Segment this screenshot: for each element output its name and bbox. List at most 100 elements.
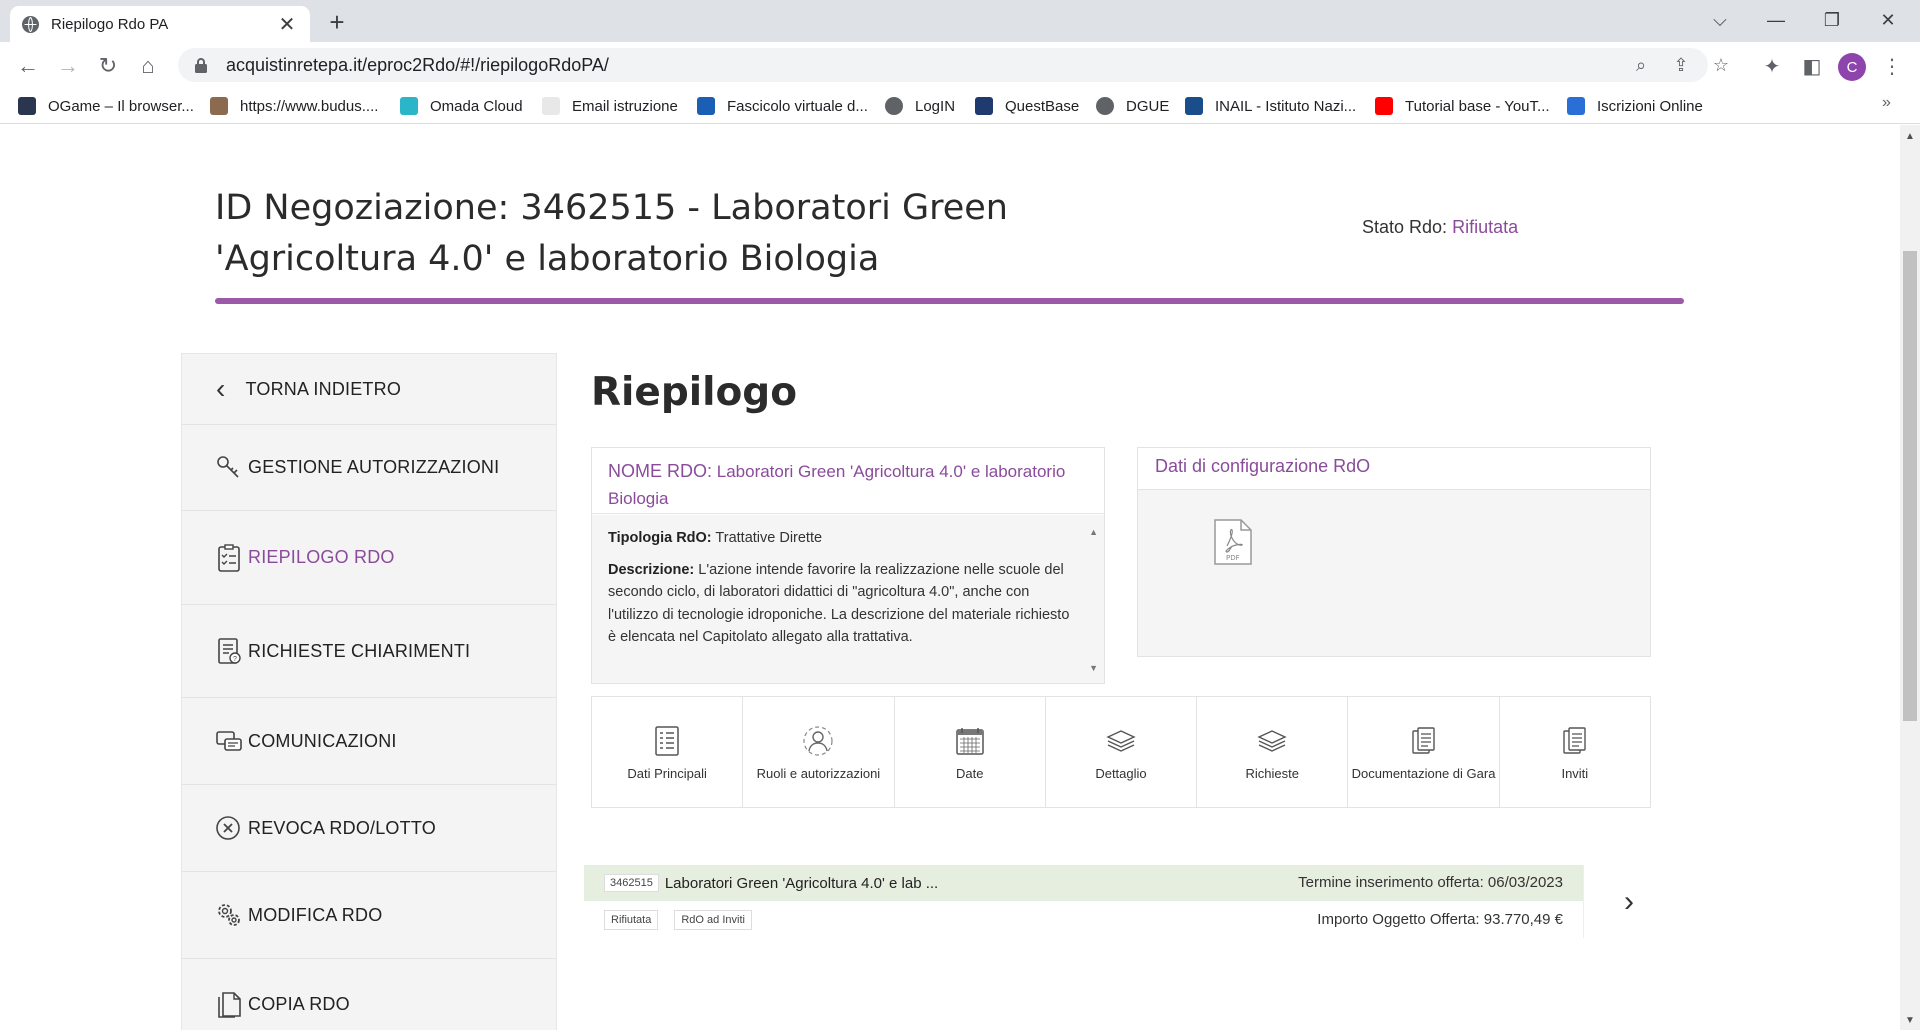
bookmark-item[interactable]: INAIL - Istituto Nazi... (1185, 94, 1356, 118)
scroll-up-arrow-icon[interactable]: ▲ (1900, 131, 1920, 142)
tile-documentazione-di-gara[interactable]: Documentazione di Gara (1348, 697, 1500, 807)
minimize-button[interactable]: — (1748, 0, 1804, 40)
tile-date[interactable]: Date (895, 697, 1046, 807)
bookmark-item[interactable]: OGame – Il browser... (18, 94, 194, 118)
tipologia-row: Tipologia RdO: Trattative Dirette (608, 527, 1070, 550)
zoom-icon[interactable]: ⌕ (1626, 50, 1656, 80)
documents-icon (1407, 724, 1441, 758)
bookmark-item[interactable]: Email istruzione (542, 94, 678, 118)
descrizione-row: Descrizione: L'azione intende favorire l… (608, 559, 1070, 649)
scroll-up-arrow-icon[interactable]: ▲ (1089, 521, 1098, 544)
scroll-down-arrow-icon[interactable]: ▼ (1900, 1015, 1920, 1026)
globe-icon (885, 97, 903, 115)
nome-rdo-body[interactable]: Tipologia RdO: Trattative Dirette Descri… (592, 515, 1104, 683)
back-link[interactable]: ‹ TORNA INDIETRO (182, 354, 556, 425)
tile-label: Date (955, 765, 984, 781)
close-tab-icon[interactable]: ✕ (276, 12, 298, 37)
tile-dati-principali[interactable]: Dati Principali (592, 697, 744, 807)
bookmark-item[interactable]: Fascicolo virtuale d... (697, 94, 868, 118)
tab-title: Riepilogo Rdo PA (51, 15, 169, 33)
stato-rdo: Stato Rdo: Rifiutata (1362, 217, 1518, 238)
sidebar-item-revoca-rdo-lotto[interactable]: REVOCA RDO/LOTTO (182, 785, 556, 872)
page-content: ID Negoziazione: 3462515 - Laboratori Gr… (0, 125, 1900, 1030)
globe-icon (22, 15, 39, 33)
sidebar-item-label: GESTIONE AUTORIZZAZIONI (248, 457, 500, 477)
layers-icon (1104, 724, 1138, 758)
keys-icon (214, 453, 244, 483)
page-scrollbar[interactable]: ▲ ▼ (1900, 125, 1920, 1030)
fascicolo-icon (697, 97, 715, 115)
bookmark-item[interactable]: Iscrizioni Online (1567, 94, 1703, 118)
document-question-icon: ? (214, 636, 244, 666)
ogame-icon (18, 97, 36, 115)
gears-icon (214, 900, 244, 930)
svg-text:?: ? (233, 656, 237, 663)
tile-richieste[interactable]: Richieste (1197, 697, 1349, 807)
chevron-right-icon[interactable]: › (1583, 865, 1674, 938)
sidebar-item-copia-rdo[interactable]: COPIA RDO (182, 959, 556, 1030)
tile-ruoli-e-autorizzazioni[interactable]: Ruoli e autorizzazioni (743, 697, 895, 807)
tab-search-icon[interactable]: ⌵ (1692, 0, 1748, 40)
lotto-name: Laboratori Green 'Agricoltura 4.0' e lab… (664, 874, 939, 892)
youtube-icon (1375, 97, 1393, 115)
invite-document-icon (1558, 724, 1592, 758)
lotto-id-badge: 3462515 (604, 874, 659, 892)
lotto-row[interactable]: 3462515 Laboratori Green 'Agricoltura 4.… (584, 865, 1674, 938)
bookmark-item[interactable]: https://www.budus.... (210, 94, 378, 118)
share-icon[interactable]: ⇪ (1666, 50, 1696, 80)
bookmark-star-icon[interactable]: ☆ (1706, 50, 1736, 80)
home-icon[interactable]: ⌂ (132, 50, 164, 82)
copy-document-icon (214, 989, 244, 1019)
forward-arrow-icon[interactable]: → (52, 50, 84, 82)
tile-inviti[interactable]: Inviti (1500, 697, 1650, 807)
scroll-down-arrow-icon[interactable]: ▼ (1089, 657, 1098, 680)
sidebar-item-riepilogo-rdo[interactable]: RIEPILOGO RDO (182, 511, 556, 605)
sidebar-item-label: MODIFICA RDO (248, 904, 383, 925)
sidebar-item-comunicazioni[interactable]: COMUNICAZIONI (182, 698, 556, 785)
reload-icon[interactable]: ↻ (92, 50, 124, 82)
back-label: TORNA INDIETRO (245, 378, 402, 399)
globe-icon (1096, 97, 1114, 115)
address-bar[interactable]: acquistinretepa.it/eproc2Rdo/#!/riepilog… (178, 48, 1708, 82)
bookmark-item[interactable]: QuestBase (975, 94, 1079, 118)
layers-stack-icon (1255, 724, 1289, 758)
tile-dettaglio[interactable]: Dettaglio (1046, 697, 1198, 807)
tile-label: Inviti (1561, 765, 1589, 781)
inail-icon (1185, 97, 1203, 115)
restore-button[interactable]: ❐ (1804, 0, 1860, 40)
browser-tab[interactable]: Riepilogo Rdo PA ✕ (10, 6, 310, 42)
pdf-file-icon[interactable]: PDF (1213, 518, 1253, 566)
questbase-icon (975, 97, 993, 115)
bookmark-item[interactable]: DGUE (1096, 94, 1169, 118)
close-window-button[interactable]: ✕ (1860, 0, 1916, 40)
lock-icon (195, 58, 207, 73)
bookmark-item[interactable]: Tutorial base - YouT... (1375, 94, 1550, 118)
sidebar-item-gestione-autorizzazioni[interactable]: GESTIONE AUTORIZZAZIONI (182, 425, 556, 511)
summary-tiles: Dati Principali Ruoli e autorizzazioni D… (591, 696, 1651, 808)
back-arrow-icon[interactable]: ← (12, 50, 44, 82)
more-bookmarks-icon[interactable]: » (1882, 94, 1891, 112)
iscrizioni-icon (1567, 97, 1585, 115)
bookmark-item[interactable]: Omada Cloud (400, 94, 523, 118)
clipboard-checklist-icon (214, 543, 244, 573)
title-divider (215, 298, 1684, 304)
chat-bubbles-icon (214, 726, 244, 756)
side-panel-icon[interactable]: ◧ (1796, 50, 1828, 82)
config-card-title: Dati di configurazione RdO (1138, 448, 1650, 490)
tile-label: Documentazione di Gara (1351, 765, 1496, 781)
bookmark-item[interactable]: LogIN (885, 94, 955, 118)
sidebar-item-richieste-chiarimenti[interactable]: ? RICHIESTE CHIARIMENTI (182, 605, 556, 698)
sidebar-item-label: RIEPILOGO RDO (248, 547, 395, 567)
lotto-details: Rifiutata RdO ad Inviti Importo Oggetto … (584, 901, 1583, 938)
status-badge: Rifiutata (604, 909, 659, 930)
sidebar-item-label: REVOCA RDO/LOTTO (248, 817, 436, 838)
scroll-thumb[interactable] (1903, 251, 1917, 721)
extensions-puzzle-icon[interactable]: ✦ (1756, 50, 1788, 82)
lotto-header: 3462515 Laboratori Green 'Agricoltura 4.… (584, 865, 1583, 901)
user-roles-icon (801, 724, 835, 758)
new-tab-button[interactable]: + (322, 8, 352, 38)
nome-rdo-label: NOME RDO: (608, 461, 713, 481)
menu-kebab-icon[interactable]: ⋮ (1876, 50, 1908, 82)
sidebar-item-modifica-rdo[interactable]: MODIFICA RDO (182, 872, 556, 959)
profile-avatar[interactable]: C (1838, 53, 1866, 81)
